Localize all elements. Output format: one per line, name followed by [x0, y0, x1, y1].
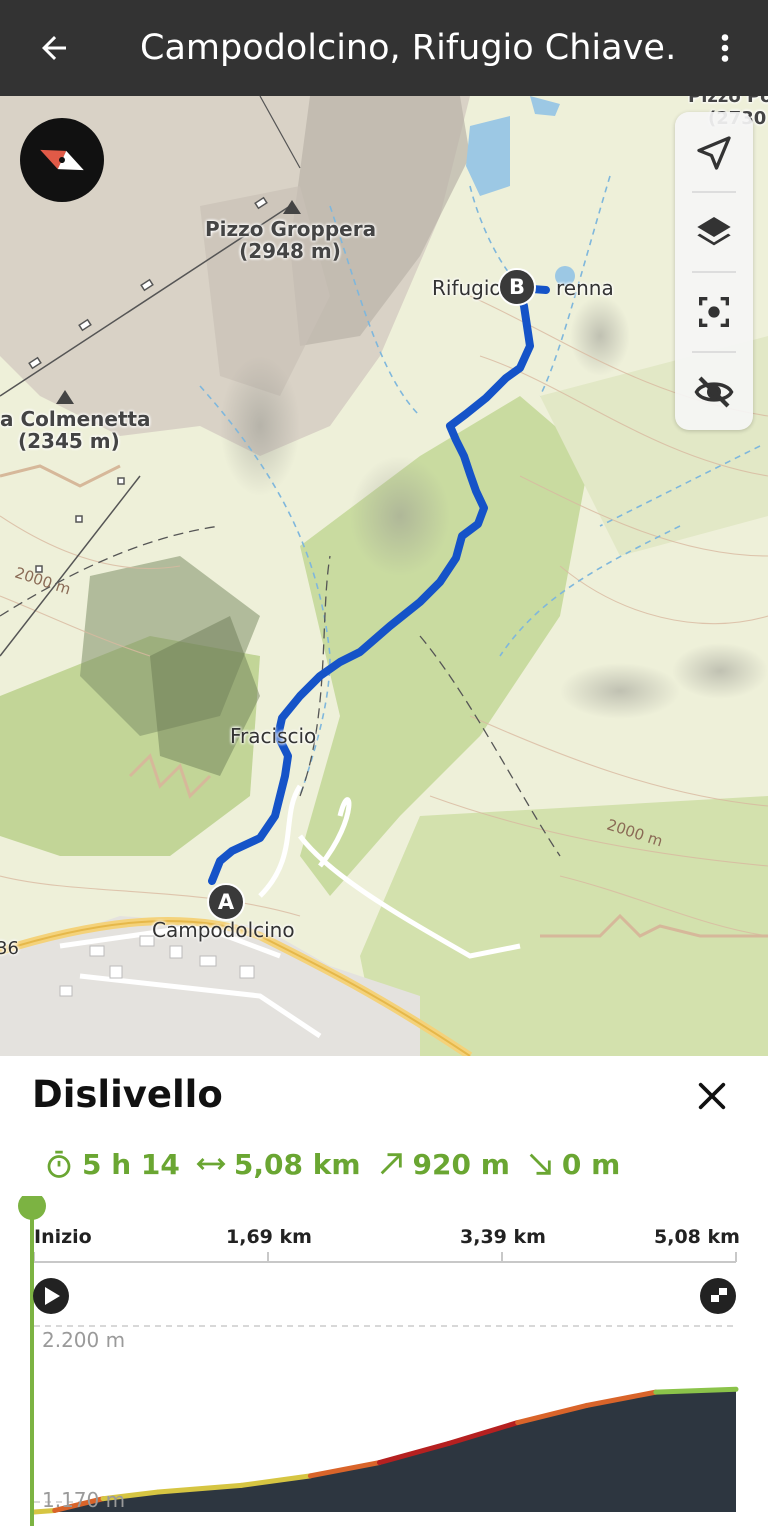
map-tools	[675, 112, 753, 430]
layers-icon	[697, 217, 731, 246]
distance-icon	[196, 1158, 226, 1170]
distance-stat: 5,08 km	[196, 1148, 361, 1181]
descent-stat: 0 m	[526, 1148, 620, 1181]
slider-handle	[18, 1192, 46, 1220]
descent-value: 0 m	[561, 1147, 621, 1181]
peak-elevation: (2948 m)	[239, 239, 341, 263]
compass-icon	[40, 149, 84, 171]
compass-button[interactable]	[20, 118, 104, 202]
x-tick-label: 1,69 km	[226, 1226, 312, 1248]
peak-name: Pizzo Po	[688, 96, 768, 107]
place-label-refuge-suffix: renna	[556, 276, 614, 300]
focus-button[interactable]	[675, 273, 753, 351]
duration-stat: 5 h 14	[44, 1148, 180, 1181]
locate-icon	[697, 136, 731, 170]
arrow-left-icon	[42, 36, 66, 60]
y-axis-label: 2.200 m	[42, 1328, 126, 1352]
ascent-value: 920 m	[412, 1147, 510, 1181]
start-marker[interactable]: A	[207, 883, 245, 921]
visibility-button[interactable]	[675, 353, 753, 431]
place-label-campodolcino: Campodolcino	[152, 918, 295, 942]
duration-value: 5 h 14	[82, 1147, 180, 1181]
page-title: Campodolcino, Rifugio Chiave…	[140, 28, 680, 68]
x-tick-label: 5,08 km	[654, 1226, 740, 1248]
peak-label-groppera: Pizzo Groppera (2948 m)	[205, 217, 377, 263]
road-number-label: 36	[0, 938, 19, 959]
close-icon	[698, 1082, 726, 1110]
peak-name: a Colmenetta	[0, 407, 151, 431]
panel-title: Dislivello	[32, 1073, 223, 1116]
layers-button[interactable]	[675, 193, 753, 271]
elevation-line-segment	[653, 1386, 739, 1395]
ascent-stat: 920 m	[377, 1148, 510, 1181]
descent-icon	[529, 1153, 551, 1175]
back-button[interactable]	[24, 18, 84, 78]
app-screen: Campodolcino, Rifugio Chiave… Pizzo Grop…	[0, 0, 768, 1526]
topo-map	[0, 96, 768, 1056]
more-options-button[interactable]	[700, 18, 750, 78]
place-label-fraciscio: Fraciscio	[230, 724, 317, 748]
close-button[interactable]	[690, 1074, 734, 1118]
place-label-refuge: Rifugio	[432, 276, 502, 300]
elevation-panel: Dislivello 5 h 14 5,08 km 920 m 0 m Iniz…	[0, 1056, 768, 1526]
locate-button[interactable]	[675, 114, 753, 192]
top-app-bar: Campodolcino, Rifugio Chiave…	[0, 0, 768, 96]
map-view[interactable]: Pizzo Groppera (2948 m) a Colmenetta (23…	[0, 96, 768, 1056]
elevation-profile[interactable]: Inizio 1,69 km 3,39 km 5,08 km 2.200 m 1.170…	[0, 1192, 768, 1526]
timer-icon	[47, 1150, 71, 1178]
ascent-icon	[380, 1153, 402, 1175]
elevation-chart	[18, 1192, 739, 1526]
end-marker[interactable]: B	[498, 268, 536, 306]
focus-icon	[699, 297, 729, 327]
peak-elevation: (2345 m)	[18, 429, 120, 453]
distance-value: 5,08 km	[233, 1147, 361, 1181]
x-tick-label: Inizio	[34, 1226, 92, 1248]
y-axis-label: 1.170 m	[42, 1488, 126, 1512]
more-vertical-icon	[721, 34, 729, 62]
route-stats: 5 h 14 5,08 km 920 m 0 m	[44, 1142, 636, 1186]
peak-name: Pizzo Groppera	[205, 217, 377, 241]
eye-off-icon	[694, 376, 734, 408]
x-tick-label: 3,39 km	[460, 1226, 546, 1248]
peak-label-colmenetta: a Colmenetta (2345 m)	[0, 407, 151, 453]
